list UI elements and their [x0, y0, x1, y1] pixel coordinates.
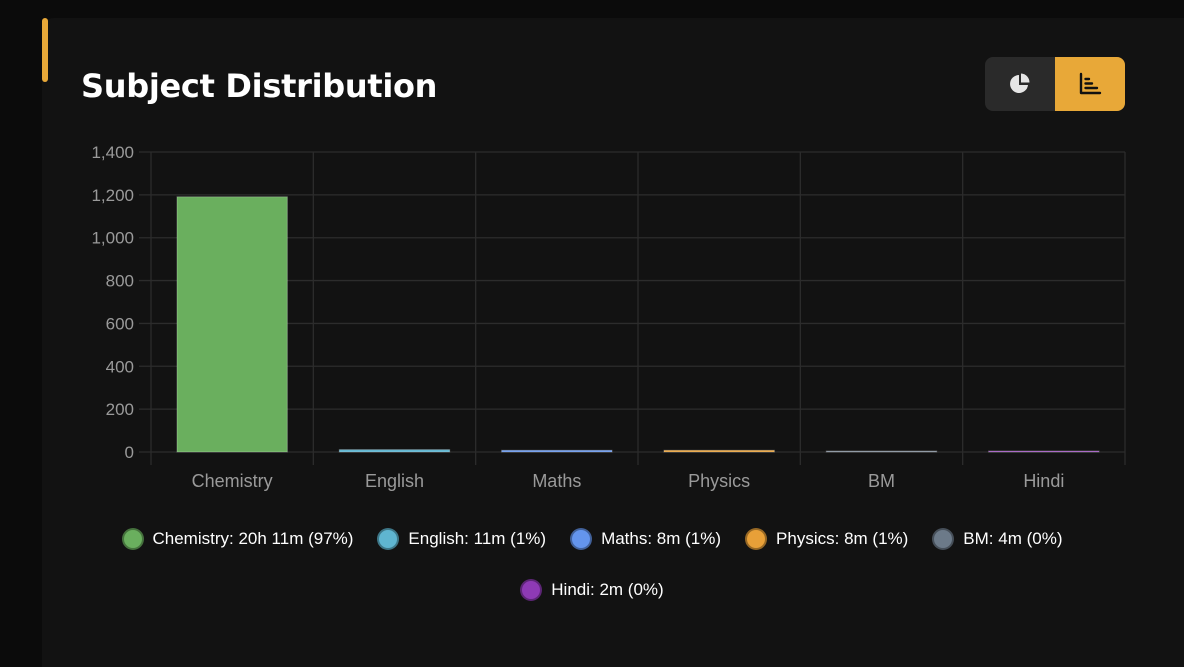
x-tick-label: Chemistry	[192, 471, 273, 491]
y-tick-label: 1,200	[91, 186, 134, 205]
legend-label: BM: 4m (0%)	[963, 528, 1063, 548]
bar-english[interactable]	[338, 449, 451, 453]
legend-label: Physics: 8m (1%)	[776, 528, 909, 548]
y-tick-label: 200	[106, 400, 134, 419]
y-tick-label: 0	[125, 443, 134, 462]
legend-item-bm[interactable]: BM: 4m (0%)	[932, 520, 1062, 557]
legend-item-physics[interactable]: Physics: 8m (1%)	[745, 520, 908, 557]
legend-label: English: 11m (1%)	[408, 528, 547, 548]
y-tick-label: 400	[106, 357, 134, 376]
legend-swatch	[121, 527, 144, 550]
y-tick-label: 1,400	[91, 143, 134, 162]
chart-legend: Chemistry: 20h 11m (97%) English: 11m (1%…	[60, 520, 1124, 608]
bar-bm[interactable]	[825, 450, 938, 453]
legend-label: Maths: 8m (1%)	[601, 528, 722, 548]
legend-swatch	[570, 527, 593, 550]
x-tick-label: English	[365, 471, 424, 491]
bar-chemistry[interactable]	[176, 196, 288, 453]
x-tick-label: BM	[868, 471, 895, 491]
legend-item-english[interactable]: English: 11m (1%)	[377, 520, 546, 557]
y-tick-label: 800	[106, 272, 134, 291]
bar-hindi[interactable]	[988, 450, 1100, 453]
legend-swatch	[520, 578, 543, 601]
legend-swatch	[745, 527, 768, 550]
x-tick-label: Physics	[688, 471, 750, 491]
x-tick-label: Hindi	[1023, 471, 1064, 491]
legend-label: Chemistry: 20h 11m (97%)	[152, 528, 354, 548]
legend-label: Hindi: 2m (0%)	[551, 579, 664, 599]
legend-swatch	[932, 527, 955, 550]
legend-swatch	[377, 527, 400, 550]
bar-physics[interactable]	[663, 449, 775, 453]
y-tick-label: 1,000	[91, 229, 134, 248]
legend-item-hindi[interactable]: Hindi: 2m (0%)	[520, 571, 664, 608]
y-tick-label: 600	[106, 314, 134, 333]
legend-item-chemistry[interactable]: Chemistry: 20h 11m (97%)	[121, 520, 354, 557]
x-tick-label: Maths	[532, 471, 581, 491]
bar-maths[interactable]	[501, 449, 613, 453]
legend-item-maths[interactable]: Maths: 8m (1%)	[570, 520, 721, 557]
